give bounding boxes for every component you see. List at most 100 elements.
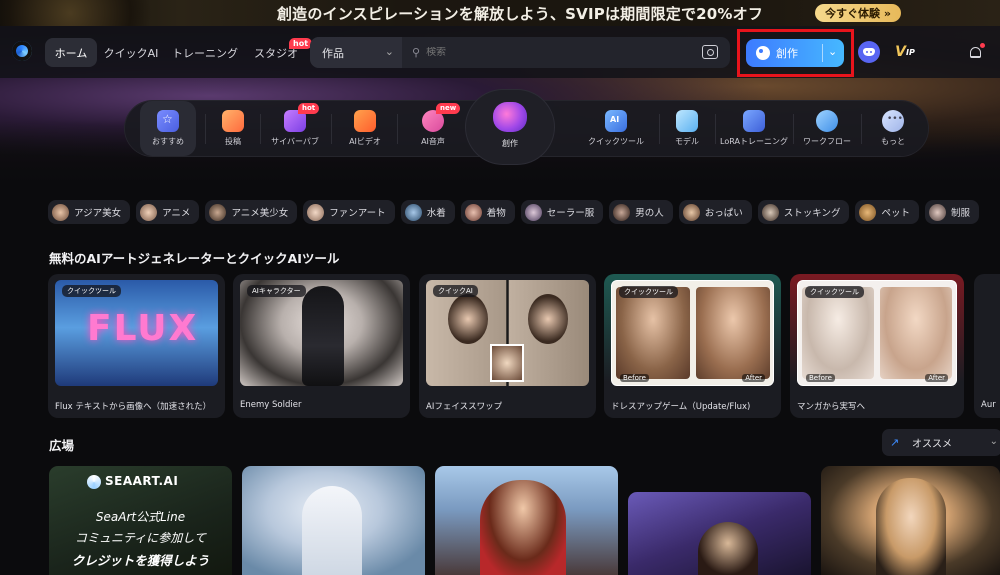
toolbar-item-ai-voice[interactable]: new AI音声 [403, 101, 463, 156]
tag-label: アニメ [162, 208, 191, 219]
tag-chip[interactable]: アニメ [136, 200, 200, 224]
banner-cta-button[interactable]: 今すぐ体験 » [815, 4, 901, 22]
create-button[interactable]: 創作 ⌄ [746, 39, 844, 67]
card-title: ドレスアップゲーム（Update/Flux) [611, 402, 751, 412]
card-title: Enemy Soldier [240, 400, 302, 410]
before-label: Before [806, 374, 835, 382]
search-category-value: 作品 [322, 46, 344, 60]
toolbar-item-lora-training[interactable]: LoRAトレーニング [717, 101, 791, 156]
nav-tab-label: トレーニング [172, 46, 238, 60]
promo-banner[interactable]: 創造のインスピレーションを解放しよう、SVIPは期間限定で20%オフ 今すぐ体験… [0, 0, 1000, 26]
tag-chip[interactable]: アニメ美少女 [205, 200, 298, 224]
toolbar-item-label: AIビデオ [349, 137, 381, 146]
toolbar-separator [861, 114, 862, 144]
tool-card-face-swap[interactable]: クイックAI AIフェイススワップ [419, 274, 596, 418]
face-left [448, 294, 488, 344]
search-category-select[interactable]: 作品 ⌄ [310, 37, 402, 68]
promo-line-1: SeaArt公式Line [95, 510, 186, 524]
tag-chip[interactable]: 水着 [400, 200, 455, 224]
gallery-figure [698, 522, 758, 575]
tool-card-flux[interactable]: FLUX クイックツール Flux テキストから画像へ（加速された） [48, 274, 225, 418]
create-button-label: 創作 [776, 47, 798, 60]
post-icon [222, 110, 244, 132]
gallery-promo-card[interactable]: SEAART.AI SeaArt公式Line コミュニティに参加して クレジット… [49, 466, 232, 575]
toolbar-item-label: LoRAトレーニング [720, 137, 788, 146]
camera-icon[interactable] [702, 45, 718, 59]
apps-grid-icon[interactable] [930, 45, 944, 59]
tag-chip[interactable]: 制服 [925, 200, 980, 224]
card-title: Flux テキストから画像へ（加速された） [55, 402, 212, 412]
bell-icon[interactable] [964, 41, 986, 63]
toolbar-item-ai-video[interactable]: AIビデオ [335, 101, 395, 156]
tool-card-dress-up[interactable]: Before After クイックツール ドレスアップゲーム（Update/Fl… [604, 274, 781, 418]
toolbar-item-quick-tool[interactable]: AI クイックツール [575, 101, 657, 156]
tag-chip[interactable]: ペット [855, 200, 919, 224]
vip-letter: V [895, 44, 906, 60]
cyberpub-icon: hot [284, 103, 320, 132]
tag-label: 制服 [951, 208, 971, 219]
sort-dropdown[interactable]: ↗ オススメ ⌄ [882, 429, 1000, 456]
toolbar-separator [659, 114, 660, 144]
gallery-image-card[interactable] [242, 466, 425, 575]
card-badge: クイックAI [433, 285, 478, 297]
seaart-logo-icon[interactable] [12, 41, 32, 61]
gallery-image-card[interactable] [821, 466, 1000, 575]
discord-icon[interactable] [858, 41, 880, 63]
tag-avatar [929, 203, 946, 221]
search-input[interactable] [426, 47, 707, 58]
tag-chip[interactable]: おっぱい [678, 200, 752, 224]
toolbar-item-label: おすすめ [152, 137, 184, 146]
center-create-label: 創作 [502, 139, 518, 148]
tools-section-title: 無料のAIアートジェネレーターとクイックAIツール [49, 251, 340, 266]
new-badge: new [436, 103, 461, 114]
nav-tab-studio[interactable]: スタジオ hot [248, 38, 313, 67]
tag-chip[interactable]: 着物 [460, 200, 515, 224]
toolbar-item-recommended[interactable]: ☆ おすすめ [140, 101, 196, 156]
nav-tab-label: ホーム [54, 46, 88, 60]
nav-tab-quick-ai[interactable]: クイックAI [100, 38, 162, 67]
gallery-image-card[interactable] [628, 492, 811, 575]
tag-label: ペット [881, 208, 910, 219]
toolbar-item-post[interactable]: 投稿 [207, 101, 259, 156]
tag-chip[interactable]: セーラー服 [520, 200, 604, 224]
star-icon: ☆ [157, 110, 179, 132]
character-silhouette [302, 286, 344, 386]
tool-card-manga-to-real[interactable]: Before After クイックツール マンガから実写へ [790, 274, 964, 418]
flux-thumb-text: FLUX [87, 308, 199, 349]
card-thumbnail: クイックAI [426, 280, 589, 386]
card-thumbnail: Before After クイックツール [797, 280, 957, 386]
tag-chip[interactable]: 男の人 [609, 200, 673, 224]
tag-chip-row: アジア美女 アニメ アニメ美少女 ファンアート 水着 着物 セーラー服 男の人 おっぱい ストッキ… [48, 200, 1000, 226]
tag-label: アジア美女 [74, 208, 122, 219]
sort-value: オススメ [912, 439, 952, 450]
seaart-logo-icon [87, 475, 101, 489]
center-create-button[interactable]: 創作 [466, 90, 554, 164]
tag-avatar [859, 203, 877, 221]
after-image [880, 287, 952, 379]
chevron-down-icon[interactable]: ⌄ [828, 45, 837, 58]
toolbar-item-cyberpub[interactable]: hot サイバーパブ [261, 101, 329, 156]
tag-chip[interactable]: アジア美女 [48, 200, 131, 224]
bell-shape [969, 46, 981, 58]
nav-tab-home[interactable]: ホーム [45, 38, 97, 67]
tag-avatar [613, 203, 631, 221]
tag-chip[interactable]: ストッキング [757, 200, 850, 224]
tag-avatar [307, 203, 325, 221]
tool-card-partial[interactable]: Aur [974, 274, 1000, 418]
face-right [528, 294, 568, 344]
tag-avatar [761, 203, 779, 221]
vip-icon[interactable]: V IP [894, 41, 916, 63]
gallery-figure [876, 478, 946, 575]
hot-badge: hot [289, 38, 313, 49]
toolbar-item-workflow[interactable]: ワークフロー [795, 101, 859, 156]
gallery-image-card[interactable] [435, 466, 618, 575]
nav-tab-training[interactable]: トレーニング [168, 38, 242, 67]
toolbar-item-model[interactable]: モデル [661, 101, 713, 156]
toolbar-item-label: 投稿 [225, 137, 241, 146]
tool-card-enemy-soldier[interactable]: AIキャラクター Enemy Soldier [233, 274, 410, 418]
tag-avatar [682, 203, 700, 221]
card-badge: クイックツール [62, 285, 121, 297]
toolbar-item-more[interactable]: ••• もっと [865, 101, 921, 156]
tag-chip[interactable]: ファンアート [303, 200, 395, 224]
tag-avatar [52, 203, 69, 221]
